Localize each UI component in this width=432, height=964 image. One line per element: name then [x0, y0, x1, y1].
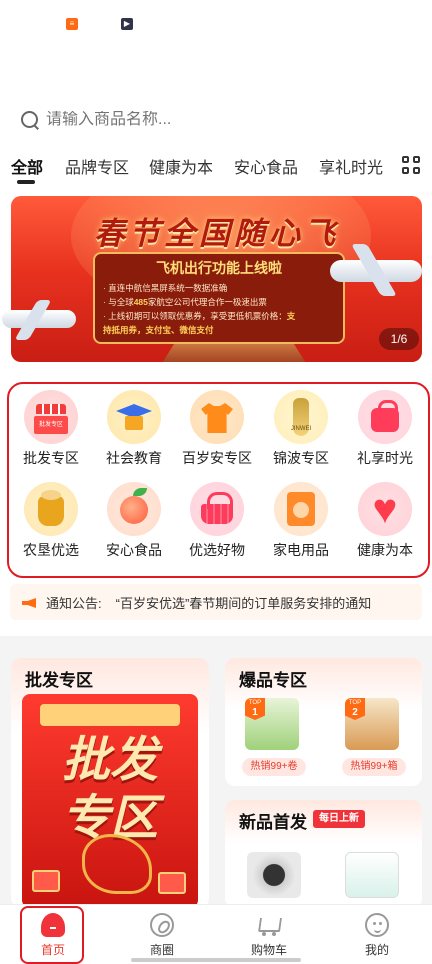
rice-sack-icon: [24, 482, 78, 536]
app-screen: ≡ ▶ 全部 品牌专区 健康为本 安心食品 享礼时光 春节全国随心飞 飞机出行功…: [0, 0, 432, 964]
category-nongken[interactable]: 农垦优选: [9, 482, 93, 566]
tab-all[interactable]: 全部: [11, 154, 43, 178]
category-social-education[interactable]: 社会教育: [92, 390, 176, 474]
category-appliances[interactable]: 家电用品: [259, 482, 343, 566]
category-label: 健康为本: [357, 542, 413, 558]
nav-label: 我的: [364, 943, 389, 957]
hot-sales-tag: 热销99+箱: [342, 758, 406, 776]
category-tabs: 全部 品牌专区 健康为本 安心食品 享礼时光: [0, 150, 432, 186]
banner-page-counter: 1/6: [379, 328, 419, 350]
banner-line-4: 持抵用券，支付宝、微信支付: [103, 325, 214, 335]
gift-box-icon: [158, 872, 186, 894]
hot-product-1[interactable]: TOP 1: [245, 698, 299, 750]
nav-label: 购物车: [250, 943, 287, 957]
new-products-card[interactable]: 新品首发 每日上新: [225, 800, 422, 908]
hot-card-title: 爆品专区: [239, 671, 307, 690]
category-label: 社会教育: [106, 450, 162, 466]
banner-line-2: · 与全球485家航空公司代理合作一极速出票: [103, 297, 267, 307]
status-bar: ≡ ▶: [0, 0, 432, 52]
home-gesture-indicator[interactable]: [131, 958, 301, 962]
peach-icon: [107, 482, 161, 536]
category-health[interactable]: 健康为本: [343, 482, 427, 566]
daily-new-badge: 每日上新: [313, 810, 365, 828]
new-product-1[interactable]: [247, 852, 301, 898]
new-product-2[interactable]: [345, 852, 399, 898]
wholesale-promo-image[interactable]: 批发 专区: [22, 694, 198, 908]
top-rank-badge: TOP 2: [345, 698, 365, 720]
nav-label: 商圈: [149, 943, 174, 957]
category-safe-food[interactable]: 安心食品: [92, 482, 176, 566]
nav-profile[interactable]: 我的: [337, 905, 417, 964]
bottle-icon: [274, 390, 328, 444]
category-label: 安心食品: [106, 542, 162, 558]
new-card-title: 新品首发: [239, 813, 307, 832]
banner-box-title: 飞机出行功能上线啦: [156, 260, 282, 276]
notification-video-icon: ▶: [121, 18, 133, 30]
hot-products-card[interactable]: 爆品专区 TOP 1 TOP 2 热销99+卷 热销99+箱: [225, 658, 422, 786]
hot-sales-tag: 热销99+卷: [242, 758, 306, 776]
wholesale-card-title: 批发专区: [25, 671, 93, 690]
category-label: 批发专区: [23, 450, 79, 466]
wholesale-card[interactable]: 批发专区 批发 专区: [11, 658, 209, 908]
category-label: 优选好物: [189, 542, 245, 558]
megaphone-icon: [22, 595, 40, 609]
search-bar[interactable]: [20, 106, 420, 134]
category-jinbo[interactable]: 锦波专区: [259, 390, 343, 474]
nav-business-circle[interactable]: 商圈: [122, 905, 202, 964]
search-input[interactable]: [46, 111, 386, 129]
category-gift-time[interactable]: 礼享时光: [343, 390, 427, 474]
tab-health[interactable]: 健康为本: [149, 154, 213, 178]
cart-icon: [257, 913, 281, 937]
active-tab-indicator: [17, 180, 35, 184]
category-baisuian[interactable]: 百岁安专区: [175, 390, 259, 474]
compass-icon: [150, 913, 174, 937]
notice-label: 通知公告:: [46, 595, 102, 611]
home-highlight-box: [20, 906, 84, 964]
tab-brand-zone[interactable]: 品牌专区: [65, 154, 129, 178]
notice-text[interactable]: “百岁安优选”春节期间的订单服务安排的通知: [116, 593, 372, 612]
tab-gift-time[interactable]: 享礼时光: [319, 154, 383, 178]
wholesale-store-icon: [24, 390, 78, 444]
category-label: 锦波专区: [273, 450, 329, 466]
category-label: 礼享时光: [357, 450, 413, 466]
notice-bar[interactable]: 通知公告: “百岁安优选”春节期间的订单服务安排的通知: [10, 584, 422, 620]
tshirt-icon: [190, 390, 244, 444]
all-categories-grid-icon[interactable]: [402, 156, 420, 174]
category-label: 家电用品: [273, 542, 329, 558]
nav-cart[interactable]: 购物车: [229, 905, 309, 964]
washing-machine-icon: [274, 482, 328, 536]
heartbeat-icon: [358, 482, 412, 536]
notification-app-icon: ≡: [66, 18, 78, 30]
category-selected-goods[interactable]: 优选好物: [175, 482, 259, 566]
profile-icon: [365, 913, 389, 937]
category-label: 百岁安专区: [182, 450, 252, 466]
top-rank-badge: TOP 1: [245, 698, 265, 720]
banner-line-3: · 上线初期可以领取优惠券，享受更低机票价格：支: [103, 311, 296, 321]
graduation-cap-icon: [107, 390, 161, 444]
basket-icon: [190, 482, 244, 536]
category-wholesale[interactable]: 批发专区: [9, 390, 93, 474]
search-icon: [20, 110, 40, 130]
category-label: 农垦优选: [23, 542, 79, 558]
gift-box-icon: [32, 870, 60, 892]
category-grid: 批发专区 社会教育 百岁安专区 锦波专区 礼享时光 农垦优选 安心食品 优选好: [7, 382, 430, 578]
tab-safe-food[interactable]: 安心食品: [234, 154, 298, 178]
hot-product-2[interactable]: TOP 2: [345, 698, 399, 750]
shopping-bag-icon: [358, 390, 412, 444]
banner-line-1: · 直连中航信黑屏系统一数据准确: [103, 283, 228, 293]
banner-info-box: 飞机出行功能上线啦 · 直连中航信黑屏系统一数据准确 · 与全球485家航空公司…: [93, 252, 345, 344]
